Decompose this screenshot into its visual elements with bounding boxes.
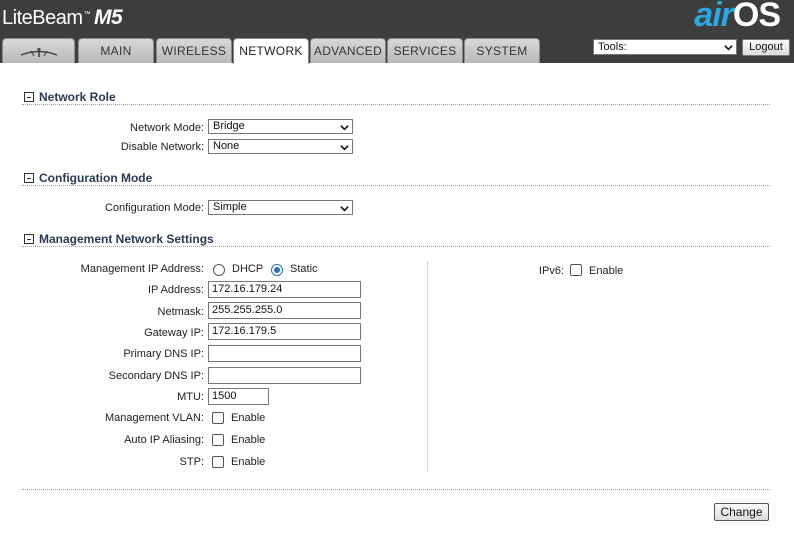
- ipv6-checkbox[interactable]: [570, 264, 582, 276]
- configuration-mode-select[interactable]: Simple: [208, 200, 353, 215]
- section-configuration-mode[interactable]: Configuration Mode: [24, 170, 152, 186]
- auto-ip-aliasing-label: Auto IP Aliasing:: [124, 434, 204, 446]
- tab-wireless[interactable]: WIRELESS: [156, 38, 232, 63]
- divider: [22, 104, 770, 105]
- dhcp-label: DHCP: [232, 263, 264, 275]
- netmask-input[interactable]: 255.255.255.0: [208, 302, 361, 319]
- management-ip-mode-label: Management IP Address:: [80, 263, 204, 275]
- tab-network[interactable]: NETWORK: [233, 38, 309, 64]
- change-button[interactable]: Change: [714, 503, 769, 521]
- gateway-ip-input[interactable]: 172.16.179.5: [208, 323, 361, 340]
- secondary-dns-label: Secondary DNS IP:: [108, 370, 204, 382]
- stp-enable-label: Enable: [231, 456, 266, 468]
- section-management-network[interactable]: Management Network Settings: [24, 231, 214, 247]
- ipv6-label: IPv6:: [538, 265, 564, 277]
- divider: [22, 246, 770, 247]
- ipv6-enable-label: Enable: [589, 265, 624, 277]
- collapse-icon[interactable]: [24, 173, 34, 183]
- collapse-icon[interactable]: [24, 234, 34, 244]
- management-vlan-label: Management VLAN:: [104, 412, 204, 424]
- tools-select[interactable]: Tools:: [593, 39, 737, 55]
- chevron-down-icon: [340, 206, 349, 212]
- top-header: LiteBeam™ M5 airOS MAIN WIRELESS NETWORK …: [0, 0, 794, 64]
- chevron-down-icon: [340, 145, 349, 151]
- primary-dns-label: Primary DNS IP:: [123, 348, 204, 360]
- chevron-down-icon: [340, 125, 349, 131]
- network-mode-label: Network Mode:: [130, 122, 204, 134]
- logout-button[interactable]: Logout: [742, 39, 790, 56]
- network-mode-select[interactable]: Bridge: [208, 119, 353, 134]
- static-label: Static: [290, 263, 318, 275]
- tab-system[interactable]: SYSTEM: [464, 38, 540, 63]
- collapse-icon[interactable]: [24, 92, 34, 102]
- secondary-dns-input[interactable]: [208, 367, 361, 384]
- chevron-down-icon: [724, 45, 733, 51]
- tab-services[interactable]: SERVICES: [387, 38, 463, 63]
- tab-advanced[interactable]: ADVANCED: [310, 38, 386, 63]
- management-vlan-checkbox[interactable]: [212, 412, 224, 424]
- stp-checkbox[interactable]: [212, 456, 224, 468]
- ip-address-input[interactable]: 172.16.179.24: [208, 281, 361, 298]
- disable-network-label: Disable Network:: [120, 141, 204, 153]
- column-separator: [427, 262, 428, 472]
- auto-ip-aliasing-checkbox[interactable]: [212, 434, 224, 446]
- divider: [22, 185, 770, 186]
- stp-label: STP:: [179, 456, 204, 468]
- netmask-label: Netmask:: [157, 306, 204, 318]
- tab-ubiquiti-logo[interactable]: [2, 38, 75, 63]
- airos-logo: airOS: [694, 0, 781, 34]
- tab-main[interactable]: MAIN: [78, 38, 154, 63]
- section-network-role[interactable]: Network Role: [24, 89, 116, 105]
- device-brand: LiteBeam™ M5: [2, 6, 123, 29]
- ubiquiti-logo-icon: [20, 47, 57, 57]
- mtu-input[interactable]: 1500: [208, 388, 269, 405]
- ip-address-label: IP Address:: [147, 284, 204, 296]
- disable-network-select[interactable]: None: [208, 139, 353, 154]
- dhcp-radio[interactable]: [213, 264, 225, 276]
- device-model: M5: [94, 6, 123, 29]
- configuration-mode-label: Configuration Mode:: [104, 202, 204, 214]
- divider: [22, 489, 770, 490]
- auto-ip-aliasing-enable-label: Enable: [231, 434, 266, 446]
- static-radio[interactable]: [271, 264, 283, 276]
- primary-dns-input[interactable]: [208, 345, 361, 362]
- mtu-label: MTU:: [177, 391, 204, 403]
- gateway-ip-label: Gateway IP:: [144, 327, 204, 339]
- management-vlan-enable-label: Enable: [231, 412, 266, 424]
